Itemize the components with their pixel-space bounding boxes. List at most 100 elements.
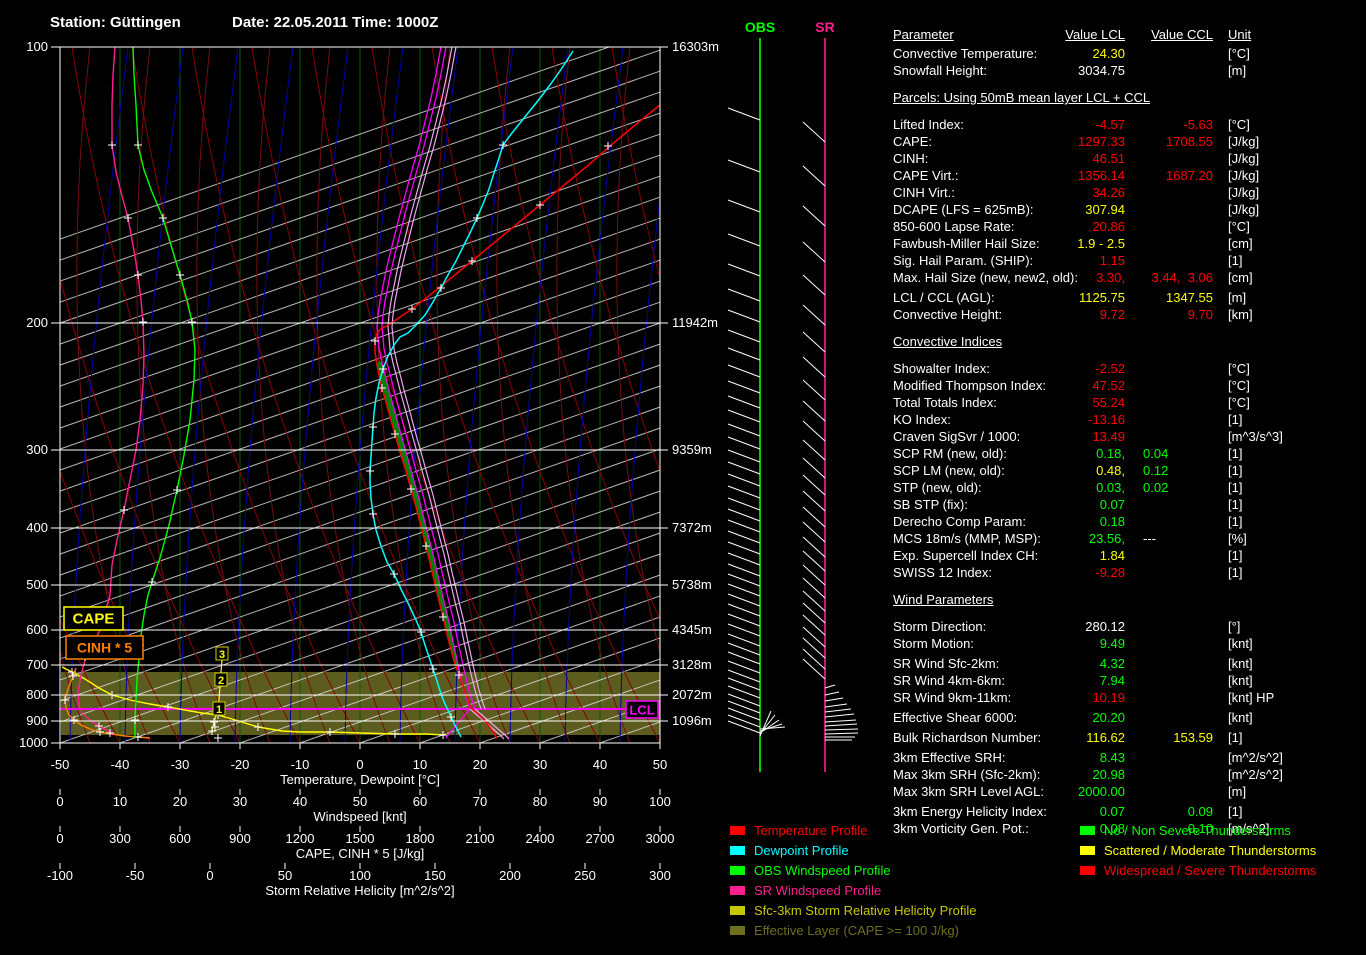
table-row: Total Totals Index:55.24[°C] xyxy=(893,394,1366,411)
height-tick-label: 9359m xyxy=(672,442,712,457)
obs-wind-column: OBS xyxy=(728,19,785,772)
svg-text:3: 3 xyxy=(219,649,225,661)
value-ccl: -5.63 xyxy=(1133,116,1213,133)
pressure-tick-label: 200 xyxy=(26,315,48,330)
axis-title: Storm Relative Helicity [m^2/s^2] xyxy=(265,883,454,898)
value-lcl: 0.18, xyxy=(935,445,1125,462)
value-lcl: 0.48, xyxy=(935,462,1125,479)
table-section-header: Wind Parameters xyxy=(893,581,1366,618)
value-lcl: 23.56, xyxy=(935,530,1125,547)
pressure-tick-label: 500 xyxy=(26,577,48,592)
unit-label: [1] xyxy=(1228,729,1242,746)
height-tick-label: 7372m xyxy=(672,520,712,535)
height-tick-label: 2072m xyxy=(672,687,712,702)
legend-label: Effective Layer (CAPE >= 100 J/kg) xyxy=(754,923,959,938)
value-ccl: 0.02 xyxy=(1133,479,1213,496)
value-ccl: 1708.55 xyxy=(1133,133,1213,150)
svg-text:1: 1 xyxy=(216,704,222,716)
legend-label: Dewpoint Profile xyxy=(754,843,849,858)
table-row: DCAPE (LFS = 625mB):307.94[J/kg] xyxy=(893,201,1366,218)
legend-swatch xyxy=(730,886,745,895)
unit-label: [1] xyxy=(1228,803,1242,820)
unit-label: [knt] xyxy=(1228,709,1253,726)
value-ccl: 0.12 xyxy=(1133,462,1213,479)
obs-column-label: OBS xyxy=(745,19,775,35)
table-row: SR Wind 9km-11km:10.19[knt] HP xyxy=(893,689,1366,706)
profile-legend: Temperature ProfileDewpoint ProfileOBS W… xyxy=(730,820,977,940)
table-row: Exp. Supercell Index CH:1.84[1] xyxy=(893,547,1366,564)
height-tick-label: 11942m xyxy=(672,315,718,330)
value-lcl: 280.12 xyxy=(935,618,1125,635)
pressure-tick-label: 600 xyxy=(26,622,48,637)
value-lcl: 0.18 xyxy=(935,513,1125,530)
legend-item: Sfc-3km Storm Relative Helicity Profile xyxy=(730,900,977,920)
axis-tick-label: 0 xyxy=(56,831,63,846)
table-section-header: Convective Indices xyxy=(893,323,1366,360)
legend-item: Scattered / Moderate Thunderstorms xyxy=(1080,840,1316,860)
table-row: Sig. Hail Param. (SHIP):1.15[1] xyxy=(893,252,1366,269)
value-lcl: 1.15 xyxy=(935,252,1125,269)
axis-tick-label: -20 xyxy=(231,757,250,772)
value-lcl: 0.07 xyxy=(935,803,1125,820)
legend-swatch xyxy=(730,906,745,915)
table-row: Bulk Richardson Number:116.62153.59[1] xyxy=(893,729,1366,746)
bottom-axis-0: -50-40-30-20-1001020304050Temperature, D… xyxy=(51,743,668,787)
axis-tick-label: 900 xyxy=(229,831,251,846)
value-lcl: 9.72 xyxy=(935,306,1125,323)
pressure-tick-label: 100 xyxy=(26,39,48,54)
cinh-5-label: CINH * 5 xyxy=(66,636,143,659)
table-row: Max. Hail Size (new, new2, old):3.30,3.4… xyxy=(893,269,1366,286)
axis-tick-label: 0 xyxy=(56,794,63,809)
axis-tick-label: 90 xyxy=(593,794,607,809)
axis-tick-label: 2400 xyxy=(526,831,555,846)
axis-tick-label: 30 xyxy=(233,794,247,809)
unit-label: [1] xyxy=(1228,462,1242,479)
unit-label: [1] xyxy=(1228,411,1242,428)
height-tick-label: 5738m xyxy=(672,577,712,592)
legend-label: Scattered / Moderate Thunderstorms xyxy=(1104,843,1316,858)
axis-tick-label: 20 xyxy=(473,757,487,772)
axis-tick-label: 300 xyxy=(109,831,131,846)
value-ccl: 0.09 xyxy=(1133,803,1213,820)
axis-tick-label: 600 xyxy=(169,831,191,846)
value-lcl: 307.94 xyxy=(935,201,1125,218)
table-row: Max 3km SRH Level AGL:2000.00[m] xyxy=(893,783,1366,800)
axis-title: Windspeed [knt] xyxy=(313,809,406,824)
height-tick-label: 1096m xyxy=(672,713,712,728)
unit-label: [m] xyxy=(1228,62,1246,79)
unit-label: [cm] xyxy=(1228,269,1253,286)
unit-label: [°C] xyxy=(1228,116,1250,133)
axis-tick-label: 1500 xyxy=(346,831,375,846)
unit-label: [knt] xyxy=(1228,655,1253,672)
unit-label: [°C] xyxy=(1228,377,1250,394)
axis-title: Temperature, Dewpoint [°C] xyxy=(280,772,440,787)
axis-tick-label: 80 xyxy=(533,794,547,809)
table-row: Showalter Index:-2.52[°C] xyxy=(893,360,1366,377)
virtual-parcel-curve xyxy=(392,47,485,709)
legend-item: Dewpoint Profile xyxy=(730,840,977,860)
value-lcl: 20.20 xyxy=(935,709,1125,726)
table-row: Fawbush-Miller Hail Size:1.9 - 2.5[cm] xyxy=(893,235,1366,252)
table-row: 850-600 Lapse Rate:20.86[°C] xyxy=(893,218,1366,235)
unit-label: [m] xyxy=(1228,783,1246,800)
unit-label: [%] xyxy=(1228,530,1247,547)
unit-label: [1] xyxy=(1228,252,1242,269)
table-row: Modified Thompson Index:47.52[°C] xyxy=(893,377,1366,394)
table-row: Storm Motion:9.49[knt] xyxy=(893,635,1366,652)
value-lcl: 1297.33 xyxy=(935,133,1125,150)
table-row: Max 3km SRH (Sfc-2km):20.98[m^2/s^2] xyxy=(893,766,1366,783)
legend-item: Temperature Profile xyxy=(730,820,977,840)
srh-km-marker: 2 xyxy=(215,673,227,687)
axis-tick-label: 250 xyxy=(574,868,596,883)
legend-label: Temperature Profile xyxy=(754,823,867,838)
unit-label: [cm] xyxy=(1228,235,1253,252)
pressure-tick-label: 800 xyxy=(26,687,48,702)
axis-tick-label: -10 xyxy=(291,757,310,772)
sounding-app-window: Station: Güttingen Date: 22.05.2011 Time… xyxy=(0,0,1366,950)
table-row: Lifted Index:-4.57-5.63[°C] xyxy=(893,116,1366,133)
legend-swatch xyxy=(730,826,745,835)
unit-label: [°C] xyxy=(1228,218,1250,235)
legend-item: SR Windspeed Profile xyxy=(730,880,977,900)
axis-tick-label: -50 xyxy=(51,757,70,772)
svg-text:2: 2 xyxy=(218,675,224,687)
